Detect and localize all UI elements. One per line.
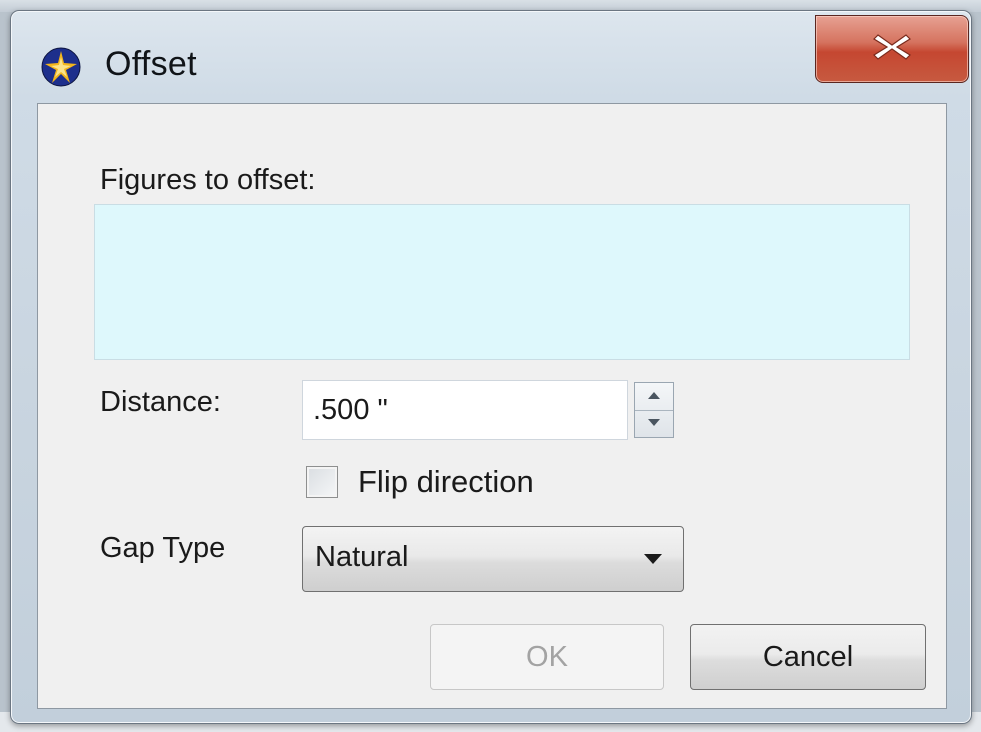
close-button[interactable] — [815, 15, 969, 83]
gap-type-label: Gap Type — [100, 532, 226, 564]
chevron-down-icon — [644, 554, 662, 564]
offset-dialog: Offset Figures to offset: Distance: .500… — [10, 10, 972, 724]
flip-direction-label[interactable]: Flip direction — [358, 464, 534, 500]
app-logo-icon — [41, 47, 81, 87]
distance-spinner[interactable] — [634, 382, 674, 438]
gap-type-dropdown[interactable]: Natural — [302, 526, 684, 592]
figures-list[interactable] — [94, 204, 910, 360]
title-bar[interactable]: Offset — [11, 11, 971, 103]
figures-label: Figures to offset: — [100, 164, 316, 196]
gap-type-value: Natural — [315, 541, 409, 573]
flip-direction-checkbox[interactable] — [306, 466, 338, 498]
window-title: Offset — [105, 45, 197, 83]
ok-button[interactable]: OK — [430, 624, 664, 690]
dialog-body: Figures to offset: Distance: Flip direct… — [37, 103, 947, 709]
distance-label: Distance: — [100, 386, 221, 418]
spin-down-button[interactable] — [635, 410, 673, 437]
close-icon — [873, 34, 911, 60]
cancel-button[interactable]: Cancel — [690, 624, 926, 690]
spin-down-icon — [648, 419, 660, 426]
spin-up-icon — [648, 392, 660, 399]
distance-input[interactable] — [302, 380, 628, 440]
spin-up-button[interactable] — [635, 383, 673, 411]
